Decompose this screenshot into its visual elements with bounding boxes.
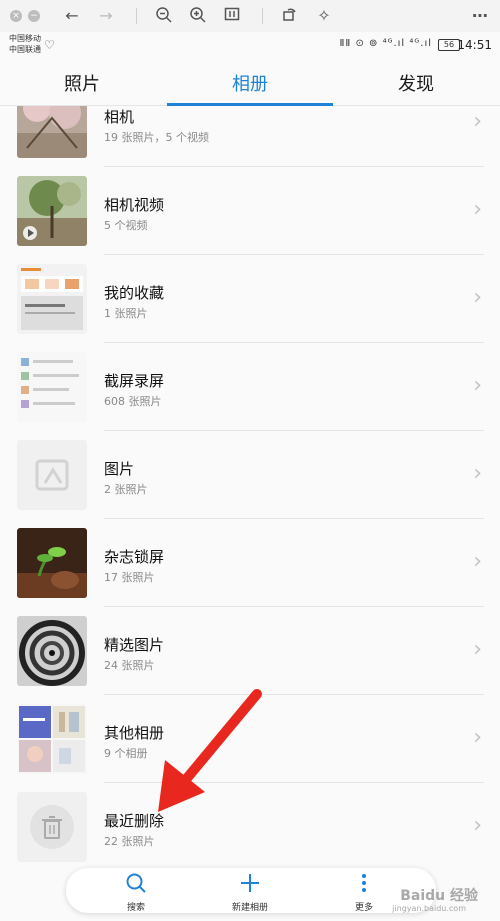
album-row-magazine-unlock[interactable]: 杂志锁屏 17 张照片 › [0,519,500,607]
chevron-right-icon: › [473,813,482,838]
back-arrow-icon[interactable]: ← [62,6,82,26]
album-count: 22 张照片 [104,835,155,848]
watermark-url: jingyan.baidu.com [392,904,466,913]
album-thumbnail [17,106,87,158]
tab-albums[interactable]: 相册 [232,70,268,96]
album-count: 17 张照片 [104,571,155,584]
minimize-circle-icon[interactable]: − [28,10,40,22]
album-row-other-albums[interactable]: 其他相册 9 个相册 › [0,695,500,783]
forward-arrow-icon[interactable]: → [96,6,116,26]
album-row-favorites[interactable]: 我的收藏 1 张照片 › [0,255,500,343]
baidu-watermark: Baidu 经验 [400,888,478,904]
search-label: 搜索 [126,903,145,913]
viewer-toolbar: × − ← → ✧ ⋯ [0,0,500,32]
carrier-label: 中国联通 [9,45,41,54]
album-count: 2 张照片 [104,483,148,496]
plus-icon [210,872,290,894]
album-collage [17,704,87,774]
chevron-right-icon: › [473,197,482,222]
heart-rate-icon: ♡ [44,38,55,52]
zoom-out-icon[interactable] [154,6,174,26]
album-list[interactable]: 相机 19 张照片，5 个视频 › 相机视频 5 个视频 › 我的收藏 1 张照… [0,106,500,921]
album-title: 截屏录屏 [104,372,165,390]
bottom-action-bar: 搜索 新建相册 更多 [66,868,436,913]
album-count: 19 张照片，5 个视频 [104,131,209,144]
album-row-recently-deleted[interactable]: 最近删除 22 张照片 › [0,783,500,871]
tab-photos[interactable]: 照片 [64,70,100,96]
search-button[interactable]: 搜索 [96,872,176,913]
chevron-right-icon: › [473,285,482,310]
album-count: 9 个相册 [104,747,148,760]
chevron-right-icon: › [473,549,482,574]
album-count: 24 张照片 [104,659,155,672]
new-album-label: 新建相册 [231,903,268,913]
clock: 14:51 [457,38,492,52]
album-title: 我的收藏 [104,284,165,302]
album-title: 最近删除 [104,812,165,830]
album-thumbnail [17,264,87,334]
network-status-icons: ⅡⅡ ⊙ ⊚ ⁴ᴳ.ıl ⁴ᴳ.ıl [339,38,432,49]
album-count: 5 个视频 [104,219,148,232]
close-circle-icon[interactable]: × [10,10,22,22]
album-title: 相机 [104,108,135,126]
rotate-icon[interactable] [280,6,300,26]
album-title: 杂志锁屏 [104,548,165,566]
album-title: 精选图片 [104,636,165,654]
album-count: 608 张照片 [104,395,162,408]
album-row-screenshots[interactable]: 截屏录屏 608 张照片 › [0,343,500,431]
album-thumbnail [17,792,87,862]
zoom-in-icon[interactable] [188,6,208,26]
more-vertical-icon [324,872,404,894]
carrier-label: 中国移动 [9,34,41,43]
tab-bar: 照片 相册 发现 [0,58,500,106]
album-row-camera[interactable]: 相机 19 张照片，5 个视频 › [0,106,500,167]
album-title: 其他相册 [104,724,165,742]
new-album-button[interactable]: 新建相册 [210,872,290,913]
chevron-right-icon: › [473,725,482,750]
fit-icon[interactable] [222,6,242,26]
tab-discover[interactable]: 发现 [398,70,434,96]
chevron-right-icon: › [473,461,482,486]
chevron-right-icon: › [473,637,482,662]
placeholder-image-icon [17,440,87,510]
album-thumbnail [17,176,87,246]
magic-wand-icon[interactable]: ✧ [314,6,334,26]
chevron-right-icon: › [473,373,482,398]
album-count: 1 张照片 [104,307,148,320]
album-title: 图片 [104,460,135,478]
album-title: 相机视频 [104,196,165,214]
album-thumbnail [17,528,87,598]
album-thumbnail [17,616,87,686]
album-row-camera-video[interactable]: 相机视频 5 个视频 › [0,167,500,255]
toolbar-divider [136,8,137,24]
search-icon [96,872,176,894]
more-horizontal-icon[interactable]: ⋯ [470,6,490,26]
chevron-right-icon: › [473,109,482,134]
toolbar-divider [262,8,263,24]
album-row-pictures[interactable]: 图片 2 张照片 › [0,431,500,519]
album-row-featured[interactable]: 精选图片 24 张照片 › [0,607,500,695]
album-thumbnail [17,352,87,422]
status-bar: 中国移动 中国联通 ♡ ⅡⅡ ⊙ ⊚ ⁴ᴳ.ıl ⁴ᴳ.ıl 56 14:51 [0,32,500,58]
